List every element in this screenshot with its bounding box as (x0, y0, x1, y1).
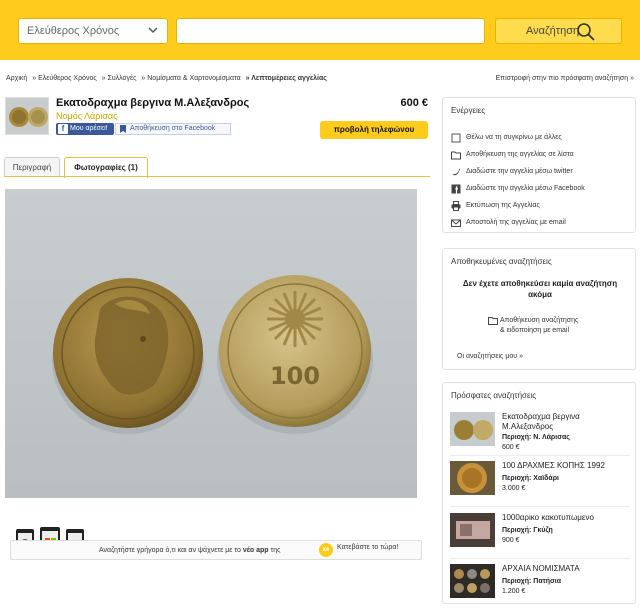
recent-item-price: 600 € (502, 444, 520, 451)
action-print-label: Εκτύπωση της Αγγελίας (466, 202, 540, 209)
app-download-label: Κατεβάστε το τώρα! (337, 544, 399, 551)
save-search-info-line2: & ειδοποίηση με email (500, 327, 570, 334)
app-banner-text-before: Αναζητήστε γρήγορα ό,τι και αν ψάχνετε μ… (99, 547, 243, 554)
facebook-icon: f (58, 124, 68, 134)
breadcrumb-collections[interactable]: » Συλλογές (102, 75, 137, 82)
my-searches-link[interactable]: Οι αναζητήσεις μου » (457, 353, 523, 360)
breadcrumb-current: » Λεπτομέρειες αγγελίας (245, 75, 327, 82)
search-icon (577, 23, 595, 41)
action-share-twitter-label: Διαδώστε την αγγελία μέσω twitter (466, 168, 573, 175)
actions-card: Ενέργειες Θέλω να τη συγκρίνω με άλλες Α… (442, 97, 636, 233)
app-banner-text-after: της (268, 547, 281, 554)
checkbox-icon (451, 133, 461, 143)
recent-item[interactable]: 1000αρικο κακοτυπωμενο Περιοχή: Γκύζη 90… (450, 513, 632, 553)
recent-item-title: 100 ΔΡΑΧΜΕΣ ΚΟΠΗΣ 1992 (502, 461, 605, 470)
recent-item-price: 900 € (502, 537, 520, 544)
recent-item-thumbnail (450, 412, 495, 446)
recent-item-title: 1000αρικο κακοτυπωμενο (502, 513, 594, 522)
recent-item-thumbnail (450, 513, 495, 547)
listing-title: Εκατοδραχμα βεργινα Μ.Αλεξανδρος (56, 97, 250, 109)
app-banner-text: Αναζητήστε γρήγορα ό,τι και αν ψάχνετε μ… (99, 547, 281, 554)
facebook-like-label: Μου αρέσει! (70, 125, 108, 132)
recent-item-price: 3.000 € (502, 485, 526, 492)
listing-photo[interactable]: 100 (5, 189, 417, 498)
action-compare-label: Θέλω να τη συγκρίνω με άλλες (466, 134, 562, 141)
action-print[interactable]: Εκτύπωση της Αγγελίας (451, 201, 540, 211)
recent-searches-title: Πρόσφατες αναζητήσεις (451, 391, 537, 400)
recent-item[interactable]: 100 ΔΡΑΧΜΕΣ ΚΟΠΗΣ 1992 Περιοχή: Χαϊδάρι … (450, 461, 632, 501)
saved-searches-title: Αποθηκευμένες αναζητήσεις (451, 257, 552, 266)
folder-icon (451, 151, 461, 160)
listing-thumbnail[interactable] (5, 97, 49, 135)
xe-badge-icon: xe (319, 543, 333, 557)
recent-divider (450, 455, 630, 456)
recent-item-thumbnail (450, 461, 495, 495)
recent-item-thumbnail (450, 564, 495, 598)
breadcrumb-coins[interactable]: » Νομίσματα & Χαρτονομίσματα (141, 75, 240, 82)
recent-divider (450, 506, 630, 507)
coins-photo-image: 100 (5, 189, 417, 498)
save-search-info-line1: Αποθήκευση αναζήτησης (500, 317, 579, 324)
recent-item-title: Εκατοδραχμα βεργινα Μ.Αλεξανδρος (502, 412, 580, 431)
return-to-search-link[interactable]: Επιστροφή στην πιο πρόσφατη αναζήτηση » (496, 75, 634, 82)
show-phone-button[interactable]: προβολή τηλεφώνου (320, 121, 428, 139)
app-download-link[interactable]: xe Κατεβάστε το τώρα! (319, 543, 399, 557)
recent-item[interactable]: Εκατοδραχμα βεργινα Μ.Αλεξανδρος Περιοχή… (450, 412, 632, 452)
recent-item-region: Περιοχή: Γκύζη (502, 527, 553, 534)
bookmark-icon (120, 125, 126, 133)
chevron-down-icon (148, 27, 158, 34)
action-compare[interactable]: Θέλω να τη συγκρίνω με άλλες (451, 133, 562, 143)
tab-photos[interactable]: Φωτογραφίες (1) (64, 157, 148, 178)
recent-item-price: 1.200 € (502, 588, 526, 595)
recent-item-region: Περιοχή: Πατήσια (502, 578, 562, 585)
top-search-bar: Ελεύθερος Χρόνος Αναζήτηση (0, 0, 640, 60)
breadcrumb: Αρχική » Ελεύθερος Χρόνος » Συλλογές » Ν… (6, 75, 330, 82)
email-icon (451, 219, 461, 227)
folder-icon (488, 317, 498, 325)
save-search-info[interactable]: Αποθήκευση αναζήτησης & ειδοποίηση με em… (488, 316, 628, 336)
recent-item-title: ΑΡΧΑΙΑ ΝΟΜΙΣΜΑΤΑ (502, 564, 580, 573)
action-save-to-list[interactable]: Αποθήκευση της αγγελίας σε λίστα (451, 151, 574, 160)
category-select-value: Ελεύθερος Χρόνος (27, 25, 120, 37)
action-save-to-list-label: Αποθήκευση της αγγελίας σε λίστα (466, 151, 574, 158)
recent-item-region: Περιοχή: Χαϊδάρι (502, 475, 559, 482)
breadcrumb-home[interactable]: Αρχική (6, 75, 27, 82)
category-select[interactable]: Ελεύθερος Χρόνος (18, 18, 168, 44)
action-share-facebook-label: Διαδώστε την αγγελία μέσω Facebook (466, 185, 585, 192)
tabs-divider (4, 176, 430, 177)
search-button-label: Αναζήτηση (526, 25, 580, 37)
recent-searches-card: Πρόσφατες αναζητήσεις Εκατοδραχμα βεργιν… (442, 382, 636, 604)
search-button[interactable]: Αναζήτηση (495, 18, 622, 44)
print-icon (451, 201, 461, 211)
facebook-save-button[interactable]: Αποθήκευση στο Facebook (115, 123, 231, 135)
action-email[interactable]: Αποστολή της αγγελίας με email (451, 219, 566, 227)
twitter-icon (452, 168, 461, 176)
action-email-label: Αποστολή της αγγελίας με email (466, 219, 566, 226)
facebook-icon (451, 184, 461, 194)
action-share-twitter[interactable]: Διαδώστε την αγγελία μέσω twitter (451, 168, 573, 176)
recent-item[interactable]: ΑΡΧΑΙΑ ΝΟΜΙΣΜΑΤΑ Περιοχή: Πατήσια 1.200 … (450, 564, 632, 604)
svg-text:100: 100 (270, 362, 320, 390)
mobile-app-banner[interactable]: Αναζητήστε γρήγορα ό,τι και αν ψάχνετε μ… (10, 540, 422, 560)
facebook-like-button[interactable]: f Μου αρέσει! (56, 123, 114, 135)
breadcrumb-leisure[interactable]: » Ελεύθερος Χρόνος (32, 75, 96, 82)
listing-price: 600 € (400, 97, 428, 109)
coins-thumbnail-image (6, 98, 48, 134)
recent-divider (450, 558, 630, 559)
actions-title: Ενέργειες (451, 106, 486, 115)
app-banner-text-bold: νέο app (242, 547, 269, 554)
tab-description[interactable]: Περιγραφή (4, 157, 60, 177)
search-input[interactable] (176, 18, 485, 44)
listing-region[interactable]: Νομός Λάρισας (56, 111, 117, 121)
facebook-save-label: Αποθήκευση στο Facebook (130, 125, 216, 132)
saved-searches-empty-message: Δεν έχετε αποθηκεύσει καμία αναζήτηση ακ… (462, 279, 618, 299)
saved-searches-card: Αποθηκευμένες αναζητήσεις Δεν έχετε αποθ… (442, 248, 636, 370)
recent-item-region: Περιοχή: Ν. Λάρισας (502, 434, 570, 441)
action-share-facebook[interactable]: Διαδώστε την αγγελία μέσω Facebook (451, 184, 585, 194)
